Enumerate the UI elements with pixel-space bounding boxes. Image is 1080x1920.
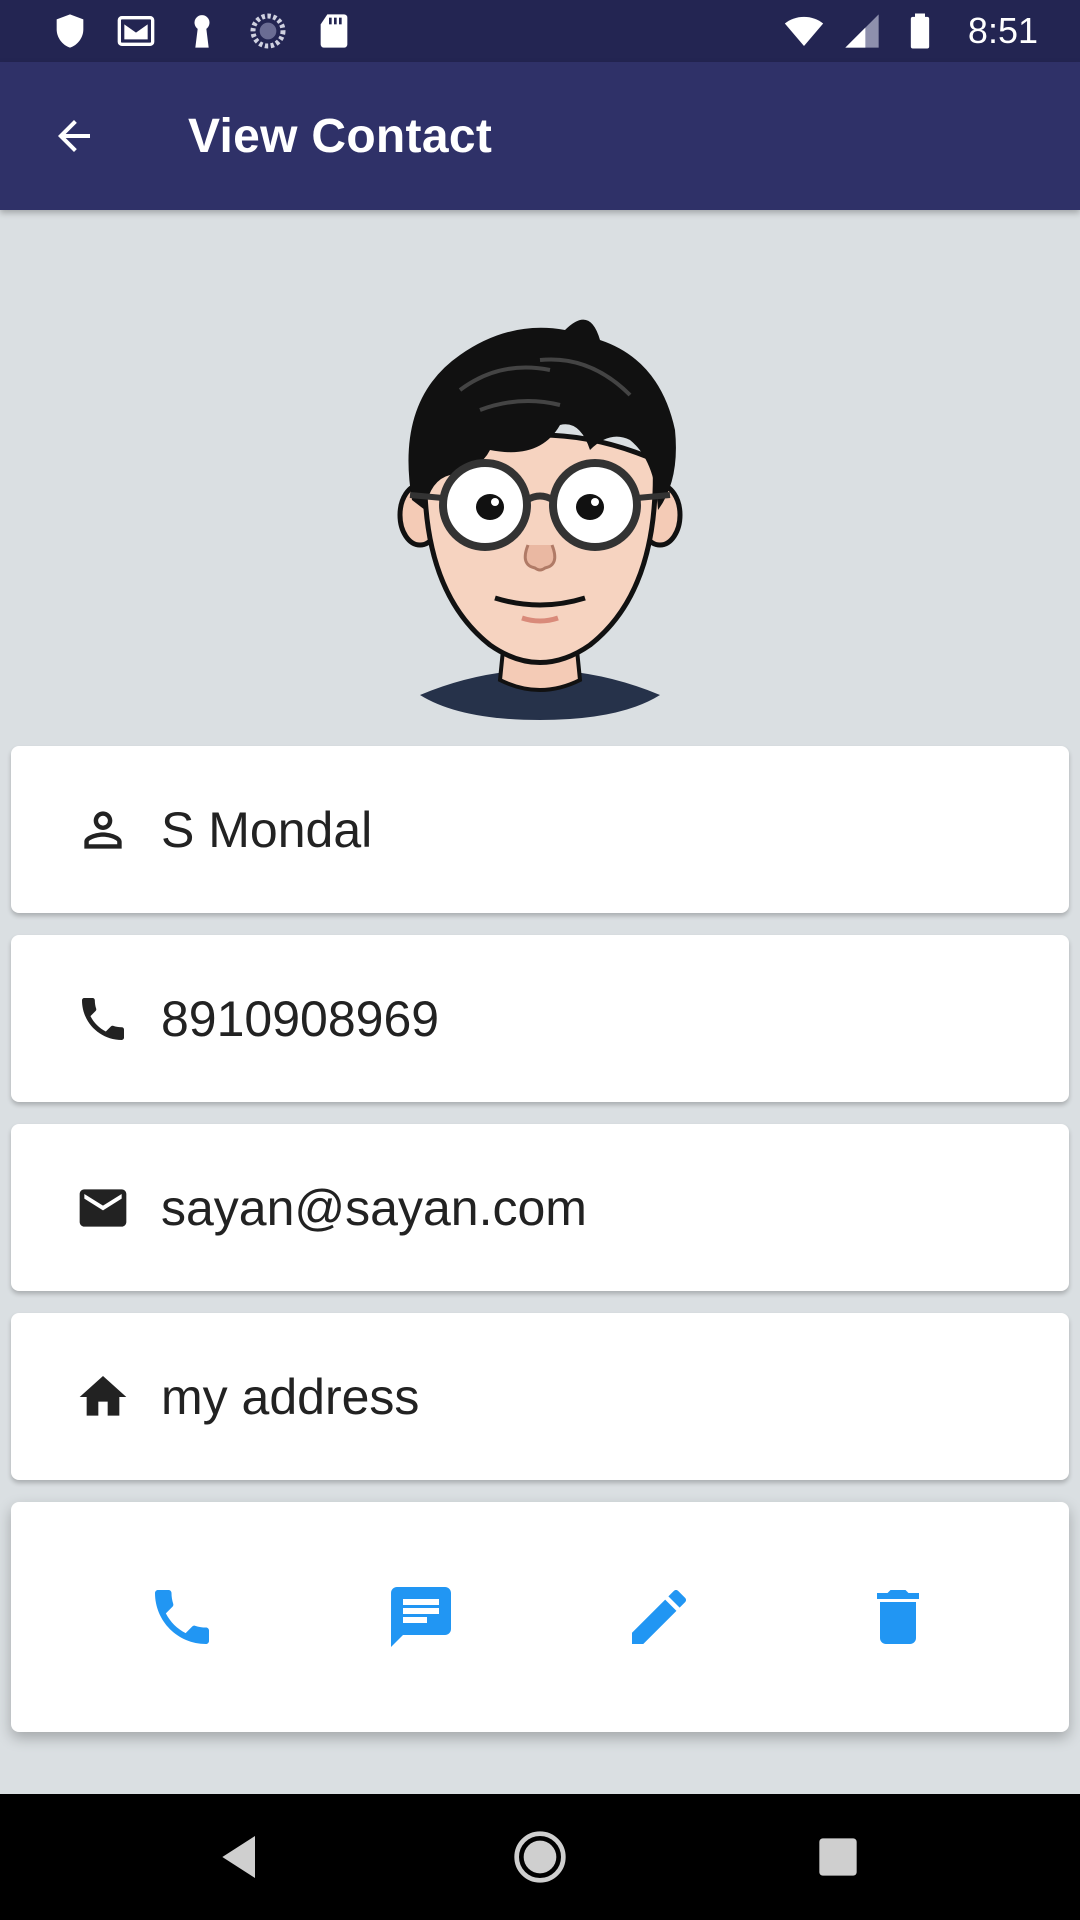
home-icon — [75, 1369, 131, 1425]
contact-actions-card — [11, 1502, 1069, 1732]
arrow-back-icon — [58, 120, 90, 152]
message-icon — [391, 1587, 451, 1647]
phone-icon — [155, 1590, 209, 1644]
status-bar: 8:51 — [0, 0, 1080, 62]
nav-back-button[interactable] — [208, 1824, 274, 1890]
phone-icon — [75, 991, 131, 1047]
wifi-icon — [784, 11, 824, 51]
app-bar: View Contact — [0, 62, 1080, 210]
status-system-icons: 8:51 — [784, 10, 1038, 52]
cartoon-avatar-icon — [397, 319, 683, 720]
status-time: 8:51 — [967, 10, 1038, 51]
sync-icon — [248, 11, 288, 51]
contact-email-card: sayan@sayan.com — [11, 1124, 1069, 1291]
pencil-icon — [632, 1589, 687, 1644]
delete-button[interactable] — [858, 1577, 938, 1657]
trash-icon — [877, 1590, 919, 1644]
battery-icon — [900, 11, 940, 51]
shield-icon — [50, 11, 90, 51]
email-icon — [75, 1180, 131, 1236]
circle-home-icon — [514, 1831, 566, 1883]
contact-phone: 8910908969 — [161, 990, 440, 1047]
square-recents-icon — [819, 1838, 857, 1876]
gmail-icon — [116, 11, 156, 51]
call-button[interactable] — [142, 1577, 222, 1657]
contact-name-card: S Mondal — [11, 746, 1069, 913]
triangle-back-icon — [222, 1836, 255, 1878]
message-button[interactable] — [381, 1577, 461, 1657]
nav-recents-button[interactable] — [805, 1824, 871, 1890]
keyhole-icon — [182, 11, 222, 51]
contact-address: my address — [161, 1368, 420, 1425]
cell-signal-icon — [842, 11, 882, 51]
nav-home-button[interactable] — [507, 1824, 573, 1890]
contact-avatar — [390, 300, 690, 720]
sd-card-icon — [314, 11, 354, 51]
page-title: View Contact — [188, 109, 493, 163]
contact-address-card: my address — [11, 1313, 1069, 1480]
status-notification-icons — [50, 11, 354, 51]
contact-phone-card: 8910908969 — [11, 935, 1069, 1102]
contact-name: S Mondal — [161, 801, 373, 858]
system-navigation-bar — [0, 1794, 1080, 1920]
contact-email: sayan@sayan.com — [161, 1179, 587, 1236]
edit-button[interactable] — [619, 1577, 699, 1657]
person-icon — [75, 802, 131, 858]
back-button[interactable] — [32, 94, 116, 178]
